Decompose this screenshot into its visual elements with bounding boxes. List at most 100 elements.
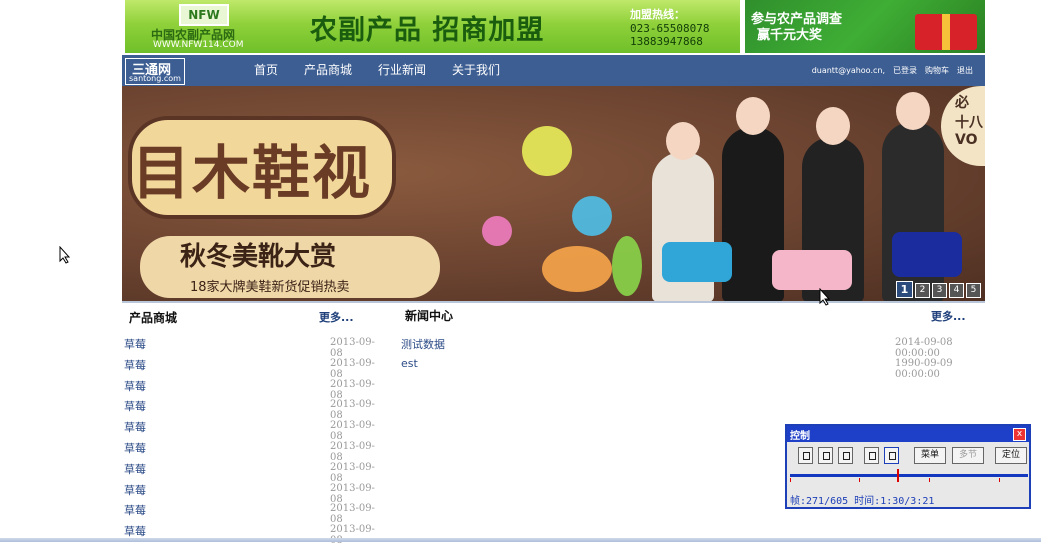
product-date: 2013-09-08 — [330, 482, 375, 505]
list-item: 草莓 2013-09-08 — [124, 440, 380, 463]
ad-banner-franchise[interactable]: NFW 中国农副产品网 WWW.NFW114.COM 农副产品 招商加盟 加盟热… — [125, 0, 740, 53]
hero-subtitle: 秋冬美靴大赏 — [180, 242, 337, 272]
pause-button[interactable] — [798, 447, 813, 464]
list-item: 草莓 2013-09-08 — [124, 482, 380, 505]
list-item: 草莓 2013-09-08 — [124, 378, 380, 401]
fullscreen-icon[interactable] — [884, 447, 899, 464]
product-link[interactable]: 草莓 — [124, 378, 146, 394]
product-link[interactable]: 草莓 — [124, 461, 146, 477]
product-link[interactable]: 草莓 — [124, 336, 146, 352]
hero-slideshow[interactable]: 目木鞋视 秋冬美靴大赏 18家大牌美鞋新货促销热卖 必 十八 VO 1 2 3 … — [122, 86, 985, 302]
slide-page-5[interactable]: 5 — [966, 283, 981, 298]
stop-button[interactable] — [818, 447, 833, 464]
slide-page-1[interactable]: 1 — [896, 281, 913, 298]
products-list: 草莓 2013-09-08 草莓 2013-09-08 草莓 2013-09-08 草… — [124, 336, 380, 546]
site-logo-domain: santong.com — [129, 74, 181, 83]
nfw-logo-mark: NFW — [179, 4, 229, 26]
product-link[interactable]: 草莓 — [124, 357, 146, 373]
product-link[interactable]: 草莓 — [124, 482, 146, 498]
logout-link[interactable]: 退出 — [957, 55, 973, 86]
product-link[interactable]: 草莓 — [124, 398, 146, 414]
fit-window-icon[interactable] — [864, 447, 879, 464]
news-date: 2014-09-08 00:00:00 — [895, 337, 953, 359]
slide-page-2[interactable]: 2 — [915, 283, 930, 298]
progress-marker — [929, 478, 930, 482]
product-date: 2013-09-08 — [330, 524, 375, 546]
slide-page-3[interactable]: 3 — [932, 283, 947, 298]
nav-item-products[interactable]: 产品商城 — [304, 55, 352, 86]
products-more-link[interactable]: 更多... — [319, 309, 354, 325]
list-item: 草莓 2013-09-08 — [124, 461, 380, 484]
list-item: 草莓 2013-09-08 — [124, 419, 380, 443]
control-panel: 控制 x 菜单 多节 定位 帧:271/605 时间:1:30/3:21 — [785, 424, 1031, 509]
splash-shape — [522, 126, 572, 176]
product-link[interactable]: 草莓 — [124, 440, 146, 456]
hotline-number-1: 023-65508078 — [630, 22, 710, 35]
progress-marker — [859, 478, 860, 482]
progress-marker — [790, 478, 791, 482]
close-icon[interactable]: x — [1013, 428, 1026, 441]
banner-headline: 农副产品 招商加盟 — [310, 15, 545, 46]
list-item: 草莓 2013-09-08 — [124, 336, 380, 359]
hotline-label: 加盟热线： — [630, 8, 685, 21]
hero-corner-text: 必 十八 VO — [955, 95, 983, 148]
control-title: 控制 — [790, 431, 810, 442]
list-item: 草莓 2013-09-08 — [124, 502, 380, 526]
product-link[interactable]: 草莓 — [124, 419, 146, 435]
survey-line-2: 赢千元大奖 — [757, 28, 823, 43]
news-more-link[interactable]: 更多... — [931, 308, 966, 324]
slide-pager: 1 2 3 4 5 — [896, 281, 981, 298]
mouse-cursor-icon — [819, 287, 831, 306]
news-link[interactable]: 测试数据 — [401, 336, 445, 352]
progress-track[interactable] — [790, 474, 1028, 477]
mouse-cursor-icon — [59, 245, 71, 264]
nfw-logo-url: WWW.NFW114.COM — [153, 40, 244, 50]
menu-button[interactable]: 菜单 — [914, 447, 946, 464]
hotline-number-2: 13883947868 — [630, 35, 703, 48]
list-item: 草莓 2013-09-08 — [124, 398, 380, 422]
product-date: 2013-09-08 — [330, 440, 375, 463]
nav-item-home[interactable]: 首页 — [254, 55, 278, 86]
splash-shape — [542, 246, 612, 292]
taskbar-edge — [0, 538, 1041, 542]
nav-menu: 首页 产品商城 行业新闻 关于我们 — [254, 55, 526, 86]
login-status: 已登录 — [893, 66, 917, 75]
product-link[interactable]: 草莓 — [124, 502, 146, 518]
product-date: 2013-09-08 — [330, 461, 375, 484]
news-date: 1990-09-09 00:00:00 — [895, 357, 953, 380]
nfw-logo: NFW 中国农副产品网 WWW.NFW114.COM — [147, 2, 262, 50]
news-list: 测试数据 2014-09-08 00:00:00 est 1990-09-09 00… — [401, 336, 985, 380]
cart-link[interactable]: 购物车 — [925, 55, 949, 86]
product-date: 2013-09-08 — [330, 378, 375, 401]
products-heading: 产品商城 — [129, 311, 178, 325]
ad-banner-survey[interactable]: 参与农产品调查 赢千元大奖 — [745, 0, 985, 53]
progress-thumb[interactable] — [896, 469, 899, 482]
product-link[interactable]: 草莓 — [124, 523, 146, 539]
main-nav: 三通网 santong.com 首页 产品商城 行业新闻 关于我们 duantt… — [122, 55, 985, 86]
user-email: duantt@yahoo.cn, — [811, 66, 885, 75]
slide-page-4[interactable]: 4 — [949, 283, 964, 298]
nav-item-about[interactable]: 关于我们 — [452, 55, 500, 86]
list-item: est 1990-09-09 00:00:00 — [401, 357, 985, 380]
nav-item-news[interactable]: 行业新闻 — [378, 55, 426, 86]
control-titlebar[interactable]: 控制 x — [787, 426, 1029, 442]
banner-hotline: 加盟热线： 023-65508078 13883947868 — [630, 6, 735, 48]
frame-time-readout: 帧:271/605 时间:1:30/3:21 — [790, 496, 935, 507]
news-heading: 新闻中心 — [405, 309, 454, 323]
product-date: 2013-09-08 — [330, 399, 375, 422]
product-date: 2013-09-08 — [330, 420, 375, 443]
locate-button[interactable]: 定位 — [995, 447, 1027, 464]
hero-subtitle-small: 18家大牌美鞋新货促销热卖 — [190, 280, 350, 295]
progress-marker — [999, 478, 1000, 482]
product-date: 2013-09-08 — [330, 337, 375, 359]
product-date: 2013-09-08 — [330, 357, 375, 380]
multi-section-button: 多节 — [952, 447, 984, 464]
hero-title: 目木鞋视 — [132, 139, 373, 207]
news-link[interactable]: est — [401, 357, 418, 370]
list-item: 草莓 2013-09-08 — [124, 357, 380, 380]
next-frame-button[interactable] — [838, 447, 853, 464]
user-bar: duantt@yahoo.cn, 已登录 购物车 退出 — [812, 55, 973, 86]
site-logo[interactable]: 三通网 santong.com — [125, 58, 185, 85]
list-item: 测试数据 2014-09-08 00:00:00 — [401, 336, 985, 359]
product-date: 2013-09-08 — [330, 503, 375, 526]
